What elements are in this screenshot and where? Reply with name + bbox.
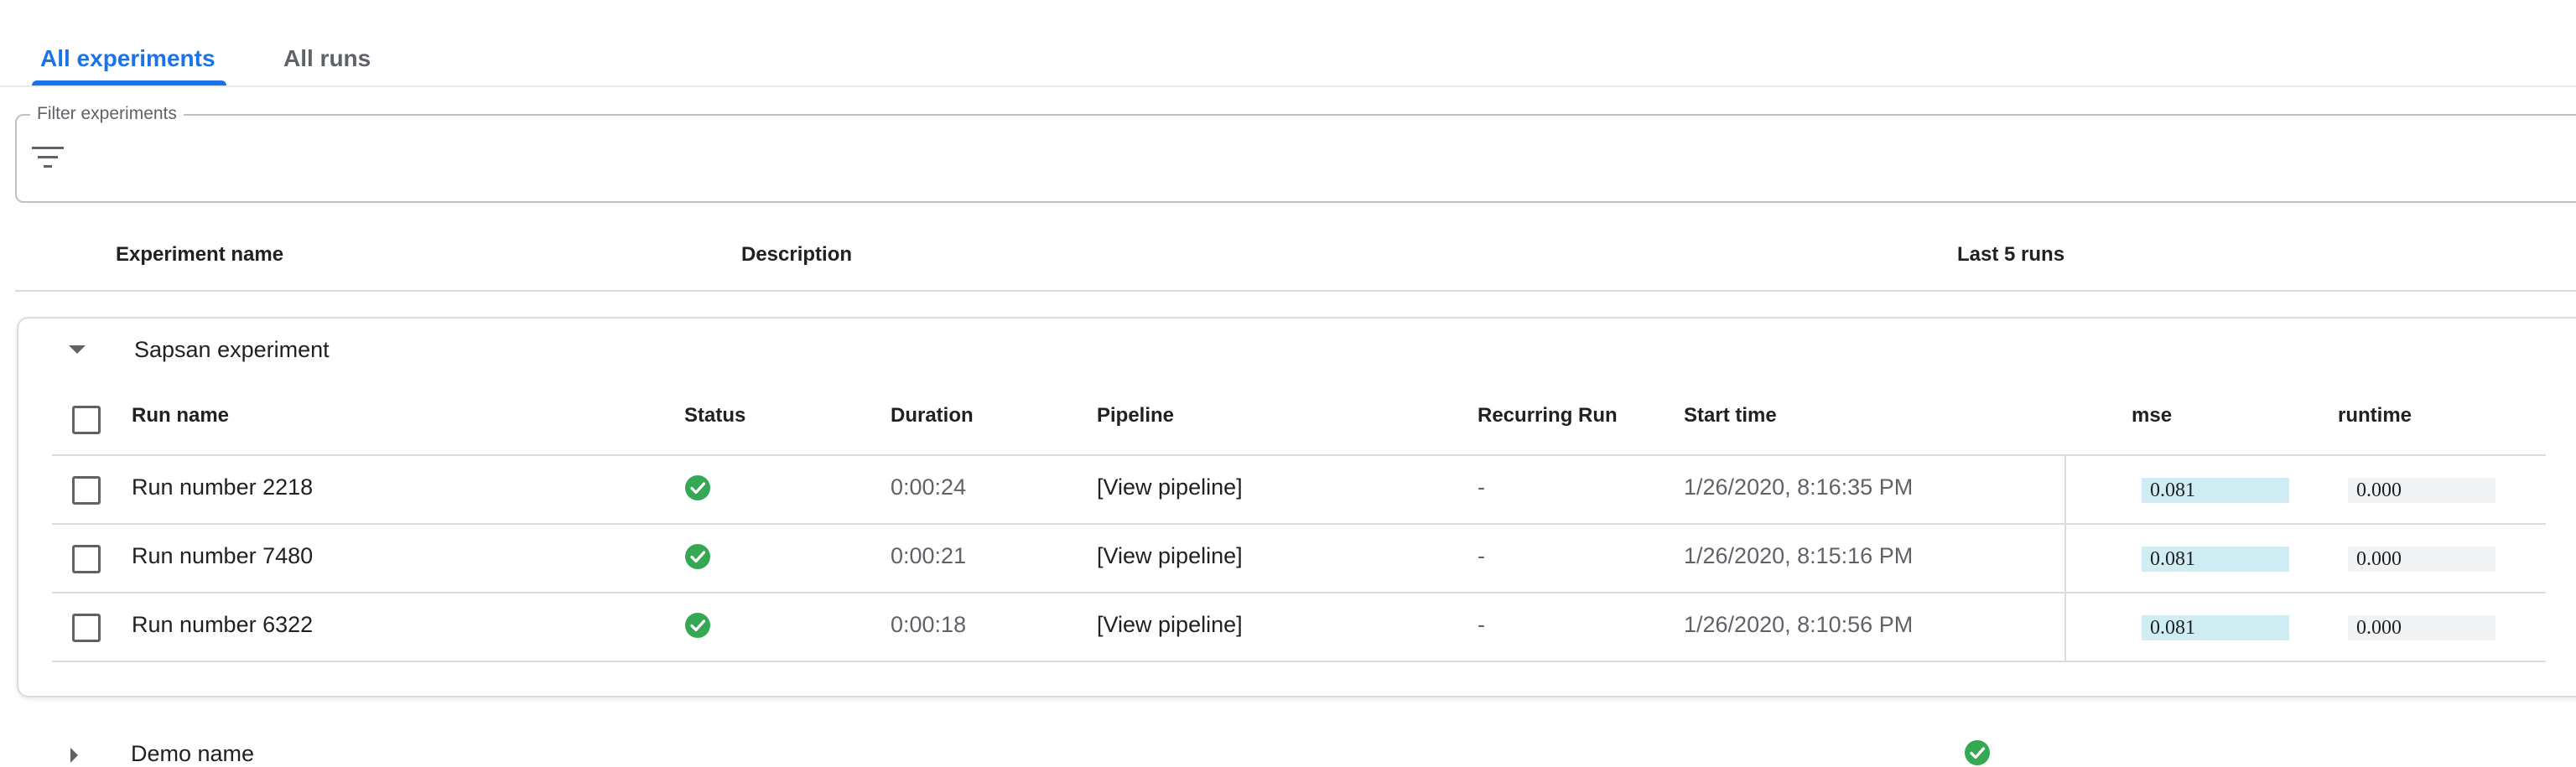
runs-table-header: Run name Status Duration Pipeline Recurr… [52,387,2546,456]
column-header-description[interactable]: Description [741,243,852,267]
view-pipeline-link[interactable]: [View pipeline] [1097,474,1243,500]
column-header-start-time[interactable]: Start time [1684,404,1777,428]
runtime-value: 0.000 [2356,617,2402,639]
row-checkbox[interactable] [72,614,101,642]
filter-label: Filter experiments [30,104,184,124]
mse-metric: 0.081 [2142,478,2289,503]
tab-all-runs[interactable]: All runs [283,42,371,87]
column-header-status[interactable]: Status [684,404,745,428]
column-header-last-5-runs: Last 5 runs [1957,243,2065,266]
collapse-caret-icon[interactable] [69,345,86,354]
mse-metric: 0.081 [2142,615,2289,640]
run-name-link[interactable]: Run number 2218 [132,474,313,500]
column-header-runtime[interactable]: runtime [2338,404,2412,428]
table-row[interactable]: Run number 7480 0:00:21 [View pipeline] … [52,525,2546,593]
runtime-metric: 0.000 [2348,615,2496,640]
metrics-divider [2064,593,2066,662]
status-success-icon [685,613,710,638]
select-all-checkbox[interactable] [72,406,101,434]
mse-value: 0.081 [2150,548,2195,570]
column-header-pipeline[interactable]: Pipeline [1097,404,1174,428]
runtime-metric: 0.000 [2348,478,2496,503]
run-start-time: 1/26/2020, 8:10:56 PM [1684,612,1914,637]
runtime-value: 0.000 [2356,479,2402,501]
table-row[interactable]: Run number 2218 0:00:24 [View pipeline] … [52,456,2546,525]
run-start-time: 1/26/2020, 8:15:16 PM [1684,543,1914,568]
status-success-icon [1965,740,1990,765]
run-start-time: 1/26/2020, 8:16:35 PM [1684,474,1914,500]
experiment-name[interactable]: Sapsan experiment [134,337,330,363]
metrics-divider [2064,456,2066,525]
status-success-icon [685,475,710,500]
expand-caret-icon[interactable] [70,748,78,763]
runtime-metric: 0.000 [2348,547,2496,572]
runtime-value: 0.000 [2356,548,2402,570]
run-recurring-run: - [1478,612,1485,637]
run-name-link[interactable]: Run number 7480 [132,543,313,569]
mse-value: 0.081 [2150,617,2195,639]
column-header-run-name[interactable]: Run name [132,404,229,428]
column-header-recurring-run[interactable]: Recurring Run [1478,404,1618,428]
mse-value: 0.081 [2150,479,2195,501]
filter-list-icon [32,147,64,168]
row-checkbox[interactable] [72,476,101,505]
view-pipeline-link[interactable]: [View pipeline] [1097,543,1243,569]
run-name-link[interactable]: Run number 6322 [132,612,313,638]
tab-bar: All experiments All runs [0,0,2576,87]
metrics-divider [2064,525,2066,593]
column-header-mse[interactable]: mse [2132,404,2172,428]
status-success-icon [685,544,710,569]
view-pipeline-link[interactable]: [View pipeline] [1097,612,1243,638]
table-row[interactable]: Run number 6322 0:00:18 [View pipeline] … [52,593,2546,662]
run-duration: 0:00:18 [891,612,967,637]
mse-metric: 0.081 [2142,547,2289,572]
experiment-name[interactable]: Demo name [131,741,254,767]
run-duration: 0:00:21 [891,543,967,568]
row-checkbox[interactable] [72,545,101,573]
run-duration: 0:00:24 [891,474,967,500]
run-recurring-run: - [1478,543,1485,568]
column-header-experiment-name[interactable]: Experiment name [116,243,283,267]
filter-input[interactable] [84,141,2516,176]
column-header-duration[interactable]: Duration [891,404,974,428]
run-recurring-run: - [1478,474,1485,500]
experiments-table-header: Experiment name Description Last 5 runs [15,226,2576,292]
active-tab-indicator [32,80,226,86]
